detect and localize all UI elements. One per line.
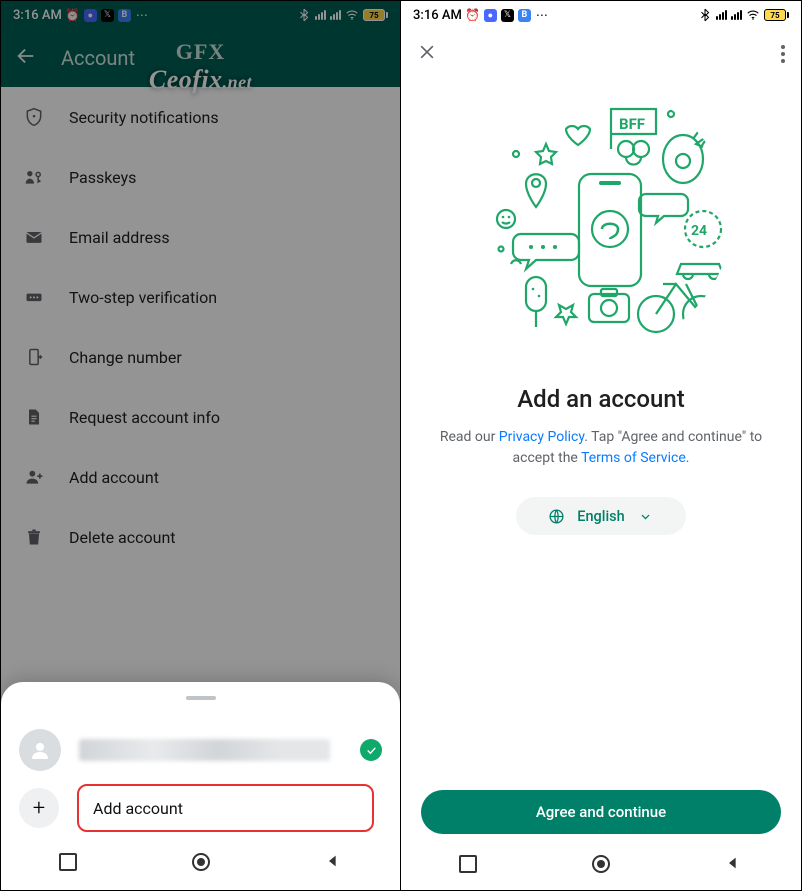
status-bar: 3:16 AM ⏰ ● 𝕏 B ⋯ (1, 1, 400, 29)
active-check-icon (360, 739, 382, 761)
bluetooth-icon (297, 8, 311, 22)
settings-item-two-step[interactable]: Two-step verification (1, 267, 400, 327)
nav-recent-icon[interactable] (459, 855, 477, 873)
x-app-icon: 𝕏 (101, 9, 114, 22)
signal-icon (315, 10, 326, 20)
bluetooth-badge-icon: B (518, 9, 531, 22)
wifi-icon (345, 8, 359, 22)
settings-item-label: Request account info (69, 408, 220, 427)
chevron-down-icon (637, 508, 654, 525)
globe-icon (548, 508, 565, 525)
settings-item-delete-account[interactable]: Delete account (1, 507, 400, 567)
signal-icon-2 (731, 10, 742, 20)
nav-home-icon[interactable] (192, 853, 210, 871)
change-number-icon (23, 346, 45, 368)
add-account-row[interactable]: + Add account (1, 780, 400, 836)
wifi-icon (746, 8, 760, 22)
language-label: English (577, 508, 624, 525)
nav-back-icon[interactable] (725, 855, 743, 873)
settings-item-security[interactable]: Security notifications (1, 87, 400, 147)
alarm-icon: ⏰ (466, 8, 480, 22)
svg-text:24: 24 (691, 223, 707, 239)
settings-item-label: Change number (69, 348, 182, 367)
settings-item-label: Security notifications (69, 108, 219, 127)
settings-list: Security notifications Passkeys Email ad… (1, 87, 400, 567)
current-account-row[interactable] (1, 720, 400, 780)
settings-item-label: Add account (69, 468, 159, 487)
settings-item-email[interactable]: Email address (1, 207, 400, 267)
settings-item-change-number[interactable]: Change number (1, 327, 400, 387)
app-badge-icon: ● (484, 9, 497, 22)
status-time: 3:16 AM (413, 8, 462, 23)
watermark: GFX Ceofix.net (149, 39, 252, 95)
settings-item-request-info[interactable]: Request account info (1, 387, 400, 447)
settings-item-label: Delete account (69, 528, 176, 547)
settings-item-label: Email address (69, 228, 170, 247)
avatar (19, 729, 61, 771)
signal-icon (716, 10, 727, 20)
onboarding-subtitle: Read our Privacy Policy. Tap "Agree and … (401, 427, 801, 469)
account-switcher-sheet: + Add account (1, 682, 400, 890)
agree-button-label: Agree and continue (536, 803, 666, 821)
bluetooth-icon (698, 8, 712, 22)
terms-link[interactable]: Terms of Service (581, 450, 686, 466)
settings-item-add-account[interactable]: Add account (1, 447, 400, 507)
nav-home-icon[interactable] (592, 855, 610, 873)
agree-continue-button[interactable]: Agree and continue (421, 790, 781, 834)
nav-bar (401, 844, 801, 884)
alarm-icon: ⏰ (66, 8, 80, 22)
plus-icon: + (19, 788, 59, 828)
more-icon[interactable] (781, 45, 785, 63)
settings-item-passkeys[interactable]: Passkeys (1, 147, 400, 207)
x-app-icon: 𝕏 (501, 9, 514, 22)
add-account-label: Add account (93, 799, 183, 818)
status-time: 3:16 AM (13, 8, 62, 23)
more-notifications-icon: ⋯ (535, 8, 549, 22)
nav-bar (1, 842, 400, 882)
nav-back-icon[interactable] (325, 853, 343, 871)
shield-icon (23, 106, 45, 128)
language-selector[interactable]: English (516, 497, 686, 535)
nav-recent-icon[interactable] (59, 853, 77, 871)
sheet-handle[interactable] (186, 696, 216, 700)
svg-text:BFF: BFF (619, 115, 645, 133)
signal-icon-2 (330, 10, 341, 20)
account-name-blurred (79, 739, 330, 761)
passkey-icon (23, 166, 45, 188)
status-bar: 3:16 AM ⏰ ● 𝕏 B ⋯ 75 (401, 1, 801, 29)
onboarding-title: Add an account (401, 385, 801, 413)
app-badge-icon: ● (84, 9, 97, 22)
more-notifications-icon: ⋯ (135, 8, 149, 22)
hero-illustration: BFF 24 (401, 79, 801, 379)
bluetooth-badge-icon: B (118, 9, 131, 22)
trash-icon (23, 526, 45, 548)
battery-icon: 75 (764, 9, 789, 21)
pin-icon (23, 286, 45, 308)
add-account-highlighted[interactable]: Add account (77, 784, 374, 832)
back-icon[interactable] (15, 45, 37, 71)
email-icon (23, 226, 45, 248)
close-icon[interactable] (417, 42, 437, 66)
page-title: Account (61, 46, 135, 70)
settings-item-label: Passkeys (69, 168, 136, 187)
settings-item-label: Two-step verification (69, 288, 217, 307)
battery-icon: 75 (363, 9, 388, 21)
privacy-policy-link[interactable]: Privacy Policy (499, 429, 584, 445)
add-person-icon (23, 466, 45, 488)
document-icon (23, 406, 45, 428)
